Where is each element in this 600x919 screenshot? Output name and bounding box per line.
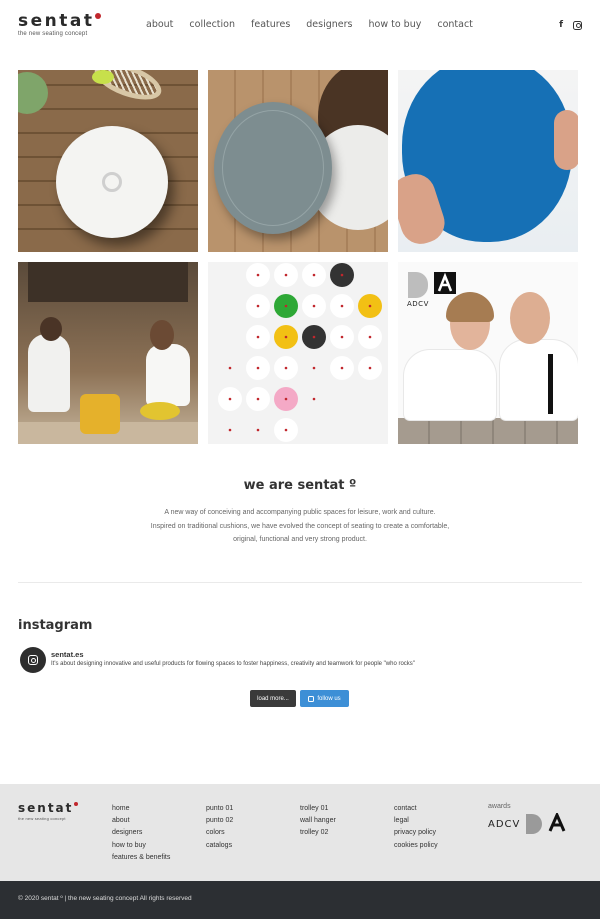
footer-link-legal[interactable]: legal: [394, 815, 438, 827]
award-adcv-text: ADCV: [407, 300, 429, 308]
gallery-image-blue-cushion-hands[interactable]: [398, 70, 578, 252]
instagram-bio: It's about designing innovative and usef…: [51, 661, 415, 667]
instagram-username[interactable]: sentat.es: [51, 650, 84, 659]
man-face: [510, 292, 550, 344]
gallery-image-people-cafe[interactable]: [18, 262, 198, 444]
footer-link-about[interactable]: about: [112, 815, 170, 827]
footer-link-wall-hanger[interactable]: wall hanger: [300, 815, 336, 827]
logo-wordmark: sentat: [18, 12, 102, 30]
footer-col-accessories: trolley 01 wall hanger trolley 02: [300, 803, 336, 840]
footer-link-punto-02[interactable]: punto 02: [206, 815, 233, 827]
man-white-shirt: [500, 340, 578, 420]
instagram-icon: [28, 655, 38, 665]
instagram-icon[interactable]: [573, 20, 582, 30]
logo[interactable]: sentat the new seating concept: [18, 12, 102, 37]
instagram-avatar[interactable]: [20, 647, 46, 673]
award-a-logo: [548, 813, 566, 832]
follow-us-button[interactable]: follow us: [300, 690, 349, 707]
nav-collection[interactable]: collection: [189, 19, 235, 30]
section-divider: [18, 582, 582, 583]
nav-how-to-buy[interactable]: how to buy: [368, 19, 421, 30]
man-tie: [548, 354, 553, 414]
green-cushion: [18, 72, 48, 114]
footer-link-home[interactable]: home: [112, 803, 170, 815]
logo-dot: [74, 802, 79, 806]
wooden-table: [398, 418, 578, 444]
copyright: © 2020 sentat º | the new seating concep…: [18, 895, 192, 902]
nav-about[interactable]: about: [146, 19, 173, 30]
footer-link-cookies[interactable]: cookies policy: [394, 840, 438, 852]
facebook-icon[interactable]: f: [559, 20, 563, 30]
footer-link-trolley-01[interactable]: trolley 01: [300, 803, 336, 815]
person-woman: [146, 344, 190, 406]
about-text: A new way of conceiving and accompanying…: [150, 509, 450, 543]
nav-features[interactable]: features: [251, 19, 290, 30]
nav-contact[interactable]: contact: [437, 19, 473, 30]
logo-dot: [95, 13, 102, 19]
grey-cushion: [214, 102, 332, 234]
header: sentat the new seating concept about col…: [0, 0, 600, 60]
footer-logo[interactable]: sentat the new seating concept: [18, 802, 79, 821]
footer-link-how-to-buy[interactable]: how to buy: [112, 840, 170, 852]
award-adcv-logo: ADCV: [488, 819, 521, 830]
footer-link-colors[interactable]: colors: [206, 827, 233, 839]
footer-link-privacy[interactable]: privacy policy: [394, 827, 438, 839]
footer-col-products: punto 01 punto 02 colors catalogs: [206, 803, 233, 852]
woman-white-shirt: [404, 350, 496, 420]
instagram-icon: [308, 695, 315, 702]
footer: sentat the new seating concept home abou…: [0, 784, 600, 881]
right-hand: [554, 110, 578, 170]
gallery-image-designers-award[interactable]: ADCV: [398, 262, 578, 444]
award-badge-d: [408, 272, 428, 298]
footer-link-catalogs[interactable]: catalogs: [206, 840, 233, 852]
white-cushion: [56, 126, 168, 238]
logo-tagline: the new seating concept: [18, 31, 88, 37]
person-white-shirt: [28, 334, 70, 412]
main-nav: about collection features designers how …: [146, 19, 489, 30]
footer-logo-wordmark: sentat: [18, 802, 79, 815]
footer-link-contact[interactable]: contact: [394, 803, 438, 815]
bottom-bar: © 2020 sentat º | the new seating concep…: [0, 881, 600, 919]
social-links: f: [559, 20, 582, 30]
footer-link-features[interactable]: features & benefits: [112, 852, 170, 864]
footer-logo-tagline: the new seating concept: [18, 816, 66, 821]
gallery-image-color-dots[interactable]: [208, 262, 388, 444]
about-title: we are sentat º: [243, 478, 357, 493]
footer-link-trolley-02[interactable]: trolley 02: [300, 827, 336, 839]
footer-link-designers[interactable]: designers: [112, 827, 170, 839]
footer-link-punto-01[interactable]: punto 01: [206, 803, 233, 815]
color-dots-graphic: [218, 263, 382, 442]
yellow-cushion: [80, 394, 120, 434]
awards-label: awards: [488, 803, 511, 810]
footer-col-main: home about designers how to buy features…: [112, 803, 170, 864]
award-d-logo: [526, 814, 542, 834]
load-more-button[interactable]: load more...: [250, 690, 296, 707]
award-badge-a: [434, 272, 456, 294]
instagram-title: instagram: [18, 618, 93, 633]
gallery-image-white-cushion-tennis[interactable]: [18, 70, 198, 252]
gallery-image-stacked-cushions[interactable]: [208, 70, 388, 252]
nav-designers[interactable]: designers: [306, 19, 352, 30]
tennis-ball: [92, 70, 114, 84]
footer-col-legal: contact legal privacy policy cookies pol…: [394, 803, 438, 852]
